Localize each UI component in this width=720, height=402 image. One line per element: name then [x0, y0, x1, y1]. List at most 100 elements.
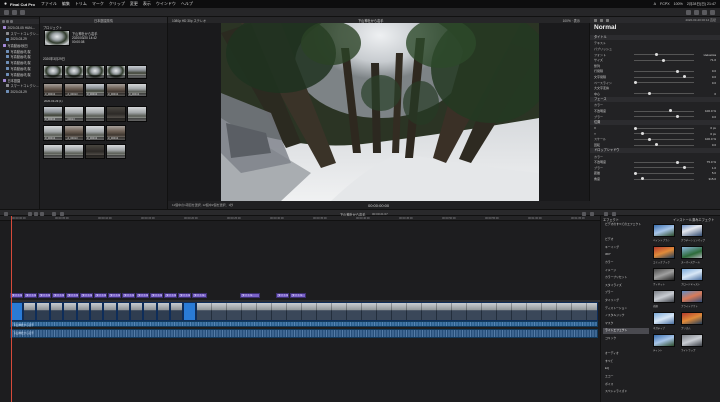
clip-thumbnail[interactable]: [106, 65, 126, 79]
menu-help[interactable]: ヘルプ: [181, 1, 193, 7]
key-icon[interactable]: [12, 10, 17, 15]
effect-category[interactable]: キーイング: [603, 245, 649, 251]
inspector-row[interactable]: 行間隔 0.0: [594, 69, 716, 74]
title-clip[interactable]: タイトル: [276, 293, 289, 298]
inspector-row-value[interactable]: 75.0 %: [707, 160, 716, 164]
inspector-row[interactable]: カラー: [594, 103, 716, 108]
inspector-slider[interactable]: [634, 93, 694, 95]
playhead[interactable]: [11, 216, 12, 402]
video-clip[interactable]: [143, 302, 157, 321]
effect-thumbnail[interactable]: [653, 334, 675, 347]
inspector-row[interactable]: ベースライン 0.0: [594, 80, 716, 85]
effect-category[interactable]: ビデオ: [603, 237, 649, 243]
inspector-row-value[interactable]: 0.0: [712, 143, 716, 147]
inspector-row[interactable]: Y 0 px: [594, 131, 716, 136]
slider-knob[interactable]: [683, 166, 686, 170]
inspector-row-value[interactable]: 100.0 %: [705, 109, 716, 113]
inspector-row-value[interactable]: 1.0: [712, 166, 716, 170]
inspector-slider[interactable]: [634, 71, 694, 72]
clip-thumbnail[interactable]: 3_00013: [106, 125, 126, 141]
inspector-row-value[interactable]: 315.0: [708, 177, 716, 181]
inspector-section-header[interactable]: タイトル: [590, 35, 720, 40]
clip-thumbnail[interactable]: [127, 106, 147, 122]
audio-clip[interactable]: 下山神社から岩手: [10, 321, 598, 327]
effect-category[interactable]: EQ: [603, 366, 649, 372]
video-clip[interactable]: [103, 302, 117, 321]
app-menu[interactable]: Final Cut Pro: [10, 2, 35, 7]
clip-thumbnail[interactable]: 3_00013: [43, 125, 63, 141]
effect-thumbnail[interactable]: [653, 224, 675, 237]
view-menu[interactable]: 表示: [574, 19, 580, 23]
slider-knob[interactable]: [634, 80, 637, 84]
clip-thumbnail[interactable]: 3_00013: [85, 83, 105, 97]
inspector-slider[interactable]: [634, 173, 694, 174]
inspector-slider[interactable]: [634, 82, 694, 84]
title-clip[interactable]: タイトル: [164, 293, 177, 298]
effect-category[interactable]: マスク: [603, 321, 649, 327]
effect-thumbnail[interactable]: [681, 312, 703, 325]
effect-category[interactable]: スペシャライズド: [603, 389, 649, 395]
slider-knob[interactable]: [641, 132, 644, 136]
clip-thumbnail[interactable]: [106, 106, 126, 122]
clip-thumbnail[interactable]: 3_00013: [85, 125, 105, 141]
inspector-row-value[interactable]: 0.0: [712, 69, 716, 73]
clip-thumbnail[interactable]: 3_00013: [43, 106, 63, 122]
inspector-slider[interactable]: [634, 139, 694, 140]
clip-thumbnail[interactable]: [85, 65, 105, 79]
video-clip[interactable]: [63, 302, 77, 321]
battery-label[interactable]: 100%: [674, 2, 683, 7]
clip-thumbnail[interactable]: _2_00013: [64, 125, 84, 141]
clip-thumbnail[interactable]: [43, 144, 63, 159]
inspector-row-value[interactable]: 5.0: [712, 171, 716, 175]
menu-modify[interactable]: 変更: [130, 1, 138, 7]
title-clip[interactable]: タイトル: [150, 293, 163, 298]
event-group-label[interactable]: 2020年3月29日: [43, 56, 65, 61]
slider-knob[interactable]: [683, 75, 686, 79]
menu-trim[interactable]: トリム: [75, 1, 87, 7]
title-clip[interactable]: タイトル: [24, 293, 37, 298]
inspector-row-value[interactable]: 0 px: [710, 132, 716, 136]
title-clip[interactable]: タイトル: [122, 293, 135, 298]
inspector-row-value[interactable]: Helvetica: [704, 53, 716, 57]
slider-knob[interactable]: [669, 109, 672, 113]
video-clip[interactable]: [23, 302, 36, 321]
info-inspector-icon[interactable]: [606, 18, 609, 22]
clip-thumbnail[interactable]: [64, 65, 84, 79]
status-item[interactable]: FCPX: [660, 2, 670, 7]
effect-category[interactable]: 360°: [603, 252, 649, 258]
clip-thumbnail[interactable]: [64, 144, 84, 159]
inspector-section-header[interactable]: フェース: [590, 97, 720, 102]
inspector-row-value[interactable]: 71.0: [710, 58, 716, 62]
timeline-toggle-icon[interactable]: [710, 10, 715, 15]
menu-clip[interactable]: クリップ: [109, 1, 125, 7]
title-clip[interactable]: タイトル: [38, 293, 51, 298]
video-clip[interactable]: [117, 302, 130, 321]
menu-view[interactable]: 表示: [143, 1, 151, 7]
inspector-slider[interactable]: [634, 54, 694, 56]
inspector-row[interactable]: 回転 0.0: [594, 143, 716, 148]
effect-category[interactable]: カラープリセット: [603, 275, 649, 281]
effect-category[interactable]: ディストーション: [603, 306, 649, 312]
inspector-row[interactable]: テキスト: [594, 41, 716, 46]
video-inspector-icon[interactable]: [594, 18, 597, 22]
title-clip[interactable]: タイトル: [80, 293, 93, 298]
installed-effects-label[interactable]: インストール済みエフェクト: [673, 217, 714, 222]
title-clip[interactable]: タイトル: [52, 293, 65, 298]
inspector-row-value[interactable]: 0 px: [710, 126, 716, 130]
slider-knob[interactable]: [641, 177, 644, 181]
clip-thumbnail[interactable]: 3_00013: [43, 83, 63, 97]
title-clip[interactable]: タイトル: [290, 293, 306, 298]
effect-thumbnail[interactable]: [653, 268, 675, 281]
title-clip[interactable]: タイトル: [178, 293, 191, 298]
menu-window[interactable]: ウインドウ: [156, 1, 176, 7]
inspector-row[interactable]: フォント Helvetica: [594, 52, 716, 57]
import-icon[interactable]: [4, 10, 9, 15]
inspector-row-value[interactable]: 100.0 %: [705, 137, 716, 141]
inspector-row[interactable]: 不透明度 100.0 %: [594, 109, 716, 114]
zoom-value[interactable]: 100%: [563, 19, 571, 23]
inspector-row[interactable]: 角度 315.0: [594, 177, 716, 182]
inspector-row[interactable]: パブリッシュ: [594, 47, 716, 52]
inspector-slider[interactable]: [634, 161, 694, 163]
slider-knob[interactable]: [634, 126, 637, 130]
effect-category[interactable]: タイリング: [603, 298, 649, 304]
